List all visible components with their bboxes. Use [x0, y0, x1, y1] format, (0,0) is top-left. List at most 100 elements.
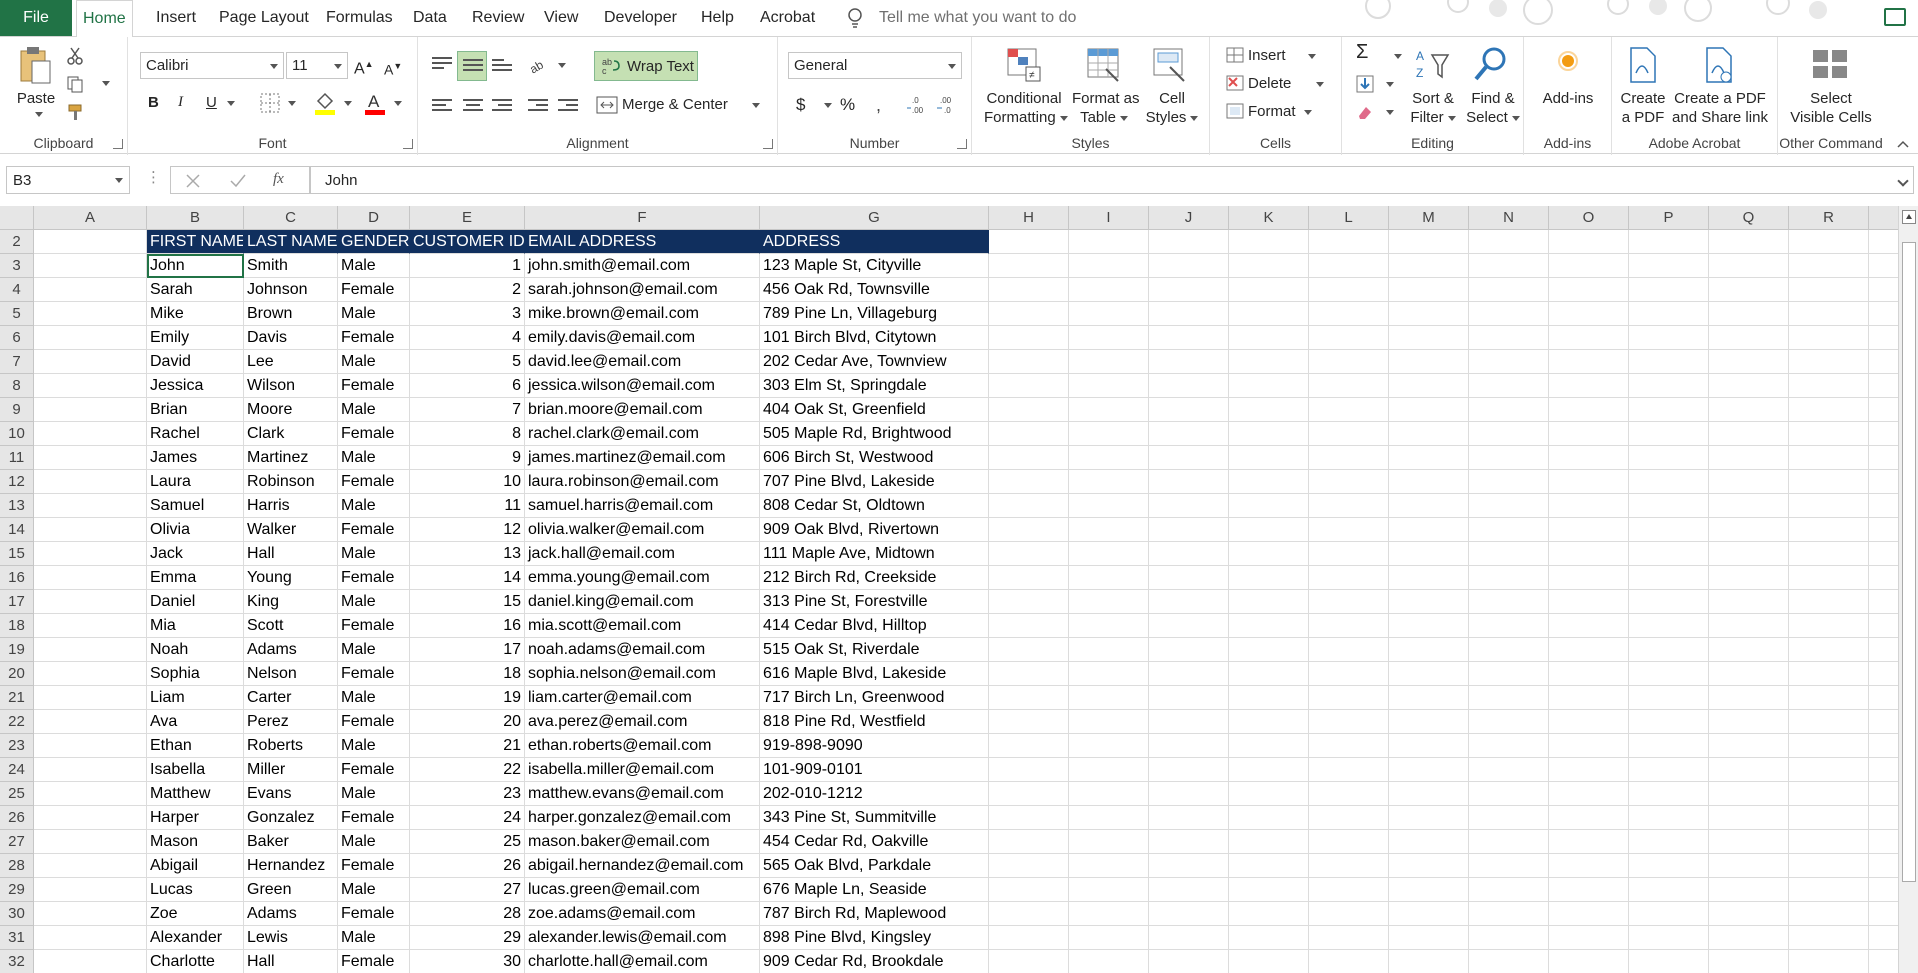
cell[interactable]: [1309, 758, 1389, 782]
table-cell[interactable]: Smith: [244, 254, 338, 278]
sort-filter-icon[interactable]: AZ: [1414, 47, 1450, 83]
cell[interactable]: [1549, 950, 1629, 973]
table-cell[interactable]: 4: [410, 326, 525, 350]
cell[interactable]: [1869, 302, 1898, 326]
cell[interactable]: [1069, 782, 1149, 806]
cell[interactable]: [34, 830, 147, 854]
cell[interactable]: [1069, 710, 1149, 734]
cell[interactable]: [1469, 422, 1549, 446]
table-cell[interactable]: 313 Pine St, Forestville: [760, 590, 989, 614]
cell[interactable]: [1309, 854, 1389, 878]
cell[interactable]: [1389, 782, 1469, 806]
cell[interactable]: [989, 662, 1069, 686]
table-cell[interactable]: Female: [338, 422, 410, 446]
cell[interactable]: [1469, 278, 1549, 302]
clipboard-launcher-icon[interactable]: [113, 139, 123, 149]
cell[interactable]: [1149, 614, 1229, 638]
cell[interactable]: [1069, 398, 1149, 422]
cell[interactable]: [1469, 686, 1549, 710]
cell[interactable]: [1629, 494, 1709, 518]
table-cell[interactable]: zoe.adams@email.com: [525, 902, 760, 926]
cell[interactable]: [1789, 278, 1869, 302]
cell[interactable]: [1069, 374, 1149, 398]
cell[interactable]: [1069, 542, 1149, 566]
cell[interactable]: [1629, 950, 1709, 973]
bottom-align-icon[interactable]: [492, 59, 512, 75]
cell[interactable]: [1789, 566, 1869, 590]
cell[interactable]: [1869, 662, 1898, 686]
clear-icon[interactable]: [1356, 103, 1374, 121]
cell[interactable]: [1389, 734, 1469, 758]
cell[interactable]: [1149, 470, 1229, 494]
table-cell[interactable]: 909 Cedar Rd, Brookdale: [760, 950, 989, 973]
cell[interactable]: [1149, 254, 1229, 278]
cell[interactable]: [1069, 230, 1149, 254]
cell[interactable]: [1709, 902, 1789, 926]
cell[interactable]: [989, 782, 1069, 806]
row-header[interactable]: 31: [0, 926, 34, 950]
increase-decimal-icon[interactable]: .0.00: [906, 94, 930, 116]
paste-button[interactable]: Paste: [14, 89, 58, 108]
more-options-icon[interactable]: ⋮: [146, 168, 161, 187]
table-cell[interactable]: mike.brown@email.com: [525, 302, 760, 326]
table-cell[interactable]: Isabella: [147, 758, 244, 782]
cell[interactable]: [1709, 878, 1789, 902]
table-cell[interactable]: mia.scott@email.com: [525, 614, 760, 638]
cell[interactable]: [989, 734, 1069, 758]
cell[interactable]: [1389, 542, 1469, 566]
table-cell[interactable]: noah.adams@email.com: [525, 638, 760, 662]
cell[interactable]: [1709, 254, 1789, 278]
cell[interactable]: [1389, 230, 1469, 254]
align-right-icon[interactable]: [492, 99, 512, 115]
cell[interactable]: [1309, 494, 1389, 518]
cell[interactable]: [1469, 926, 1549, 950]
cell[interactable]: [1709, 950, 1789, 973]
row-header[interactable]: 2: [0, 230, 34, 254]
cell[interactable]: [1389, 806, 1469, 830]
cell[interactable]: [1709, 854, 1789, 878]
table-cell[interactable]: Zoe: [147, 902, 244, 926]
cell[interactable]: [1389, 614, 1469, 638]
cell[interactable]: [1389, 470, 1469, 494]
fill-color-icon[interactable]: [314, 91, 336, 115]
table-cell[interactable]: Male: [338, 590, 410, 614]
cell[interactable]: [34, 350, 147, 374]
table-cell[interactable]: david.lee@email.com: [525, 350, 760, 374]
table-cell[interactable]: ava.perez@email.com: [525, 710, 760, 734]
table-cell[interactable]: Male: [338, 542, 410, 566]
row-header[interactable]: 25: [0, 782, 34, 806]
cell[interactable]: [34, 494, 147, 518]
table-cell[interactable]: 12: [410, 518, 525, 542]
cell[interactable]: [1629, 614, 1709, 638]
cell[interactable]: [1229, 710, 1309, 734]
cell[interactable]: [1309, 278, 1389, 302]
cell[interactable]: [1469, 734, 1549, 758]
table-cell[interactable]: Lewis: [244, 926, 338, 950]
table-cell[interactable]: mason.baker@email.com: [525, 830, 760, 854]
table-cell[interactable]: Alexander: [147, 926, 244, 950]
table-cell[interactable]: laura.robinson@email.com: [525, 470, 760, 494]
table-header-cell[interactable]: GENDER: [338, 230, 410, 254]
cell[interactable]: [1229, 230, 1309, 254]
cell[interactable]: [1629, 350, 1709, 374]
currency-caret-icon[interactable]: [824, 103, 832, 108]
cell[interactable]: [989, 854, 1069, 878]
table-cell[interactable]: Female: [338, 662, 410, 686]
cell[interactable]: [1869, 566, 1898, 590]
paste-icon[interactable]: [18, 45, 54, 85]
table-cell[interactable]: 303 Elm St, Springdale: [760, 374, 989, 398]
table-cell[interactable]: Female: [338, 854, 410, 878]
cell[interactable]: [1309, 590, 1389, 614]
table-cell[interactable]: Charlotte: [147, 950, 244, 973]
cell[interactable]: [1549, 662, 1629, 686]
cell[interactable]: [1789, 686, 1869, 710]
table-cell[interactable]: Female: [338, 614, 410, 638]
cell[interactable]: [1389, 350, 1469, 374]
cell[interactable]: [1069, 350, 1149, 374]
tab-review[interactable]: Review: [466, 0, 530, 36]
cell[interactable]: [1469, 902, 1549, 926]
row-header[interactable]: 7: [0, 350, 34, 374]
table-cell[interactable]: 9: [410, 446, 525, 470]
cell[interactable]: [1549, 470, 1629, 494]
cell[interactable]: [989, 590, 1069, 614]
